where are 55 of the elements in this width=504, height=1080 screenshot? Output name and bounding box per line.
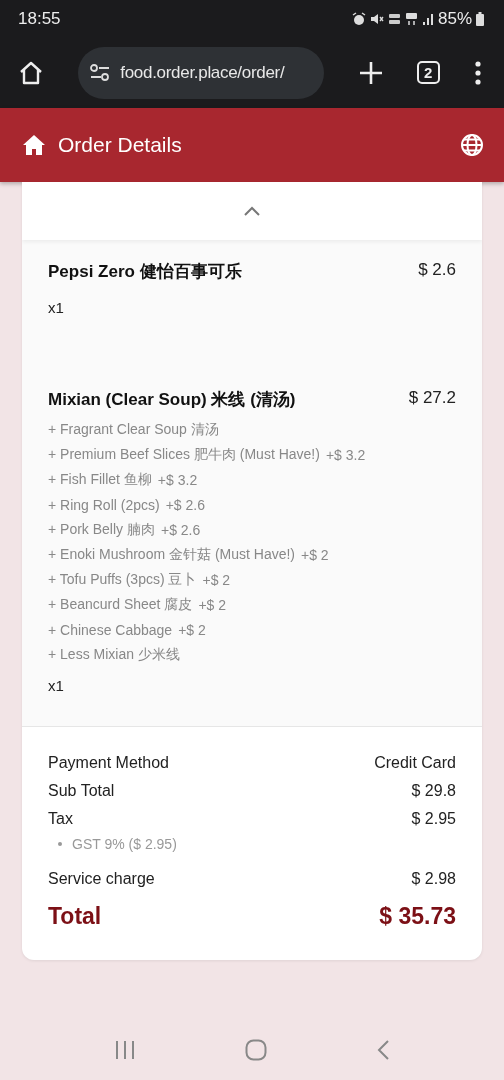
- addon-name: + Chinese Cabbage: [48, 621, 173, 638]
- summary-value: $ 29.8: [411, 782, 456, 800]
- summary-value: Credit Card: [374, 754, 456, 772]
- total-value: $ 35.73: [379, 903, 456, 930]
- addon-price: +$ 2.6: [161, 521, 201, 538]
- addon-name: + Beancurd Sheet 腐皮: [48, 595, 193, 614]
- clock-time: 18:55: [18, 8, 61, 29]
- addon-name: + Fragrant Clear Soup 清汤: [48, 420, 219, 439]
- chevron-up-icon[interactable]: [243, 205, 261, 217]
- home-icon[interactable]: [22, 134, 46, 156]
- item-price: $ 2.6: [418, 260, 456, 281]
- site-settings-icon[interactable]: [90, 63, 111, 82]
- bullet-icon: [58, 842, 62, 846]
- addon-name: + Ring Roll (2pcs): [48, 496, 160, 513]
- item-price: $ 27.2: [408, 388, 456, 409]
- back-icon[interactable]: [375, 1039, 390, 1061]
- summary-label: Sub Total: [48, 782, 115, 800]
- addon-name: + Enoki Mushroom 金针菇 (Must Have!): [48, 545, 295, 564]
- item-name: Mixian (Clear Soup) 米线 (清汤): [48, 389, 296, 411]
- addon-price: +$ 3.2: [325, 446, 366, 463]
- page-title: Order Details: [58, 133, 183, 157]
- new-tab-icon[interactable]: [358, 60, 383, 85]
- alarm-icon: [351, 11, 366, 26]
- addon-name: + Less Mixian 少米线: [48, 645, 180, 664]
- addon-price: +$ 2.6: [165, 496, 205, 513]
- summary-label: Service charge: [48, 870, 155, 888]
- globe-icon[interactable]: [460, 133, 484, 157]
- battery-icon: [476, 11, 484, 26]
- summary-label: Tax: [48, 810, 73, 828]
- tab-switcher-button[interactable]: 2: [416, 61, 440, 84]
- summary-label: Payment Method: [48, 754, 169, 772]
- addon-name: + Fish Fillet 鱼柳: [48, 470, 152, 489]
- addon-name: + Premium Beef Slices 肥牛肉 (Must Have!): [48, 445, 320, 464]
- addon-name: + Pork Belly 腩肉: [48, 520, 155, 539]
- home-button-icon[interactable]: [245, 1039, 267, 1061]
- addon-price: +$ 2: [202, 571, 231, 588]
- addon-price: +$ 2: [301, 546, 329, 563]
- mute-icon: [369, 11, 384, 26]
- item-quantity: x1: [48, 299, 65, 316]
- addon-price: +$ 3.2: [157, 471, 198, 488]
- total-label: Total: [48, 903, 102, 930]
- addon-price: +$ 2: [178, 621, 206, 638]
- tax-detail: GST 9% ($ 2.95): [72, 836, 177, 852]
- summary-value: $ 2.98: [411, 870, 456, 888]
- battery-level: 85%: [437, 8, 472, 29]
- item-quantity: x1: [48, 677, 65, 694]
- addon-name: + Tofu Puffs (3pcs) 豆卜: [48, 570, 197, 589]
- summary-value: $ 2.95: [411, 810, 456, 828]
- address-bar[interactable]: food.order.place/order/: [78, 46, 325, 99]
- home-icon[interactable]: [18, 59, 44, 86]
- signal-icon: [421, 11, 434, 26]
- addon-price: +$ 2: [198, 596, 226, 613]
- recent-apps-icon[interactable]: [114, 1040, 137, 1060]
- more-menu-icon[interactable]: [474, 60, 482, 85]
- item-name: Pepsi Zero 健怡百事可乐: [48, 261, 242, 283]
